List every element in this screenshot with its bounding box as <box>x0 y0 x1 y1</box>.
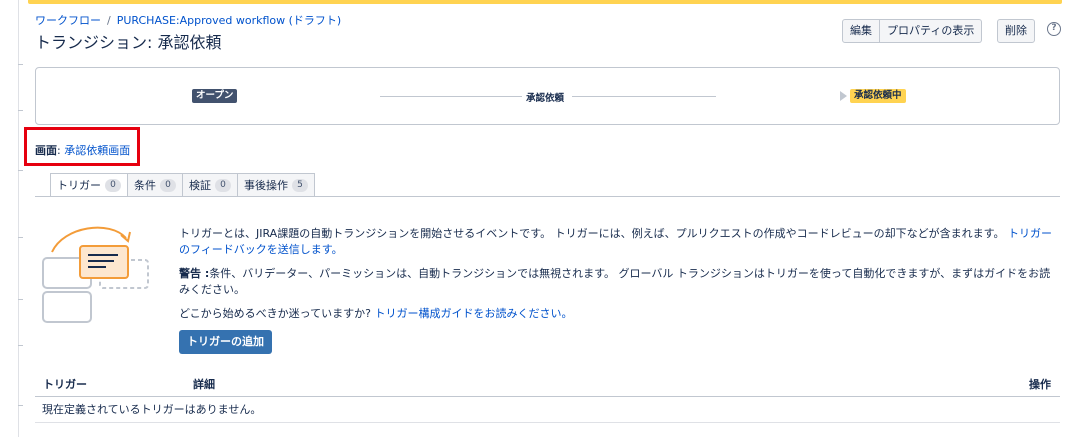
guide-question: どこから始めるべきか迷っていますか? <box>179 307 371 320</box>
tab-count-badge: 0 <box>160 178 176 192</box>
trigger-illustration-icon <box>42 226 149 323</box>
screen-info: 画面: 承認依頼画面 <box>35 142 130 158</box>
rail-tick <box>18 170 23 171</box>
tab-count-badge: 0 <box>215 178 231 192</box>
rail-tick <box>18 237 23 238</box>
tab-post-functions[interactable]: 事後操作 5 <box>238 173 315 197</box>
delete-button[interactable]: 削除 <box>997 19 1035 43</box>
column-header-operations: 操作 <box>616 372 1060 397</box>
tab-conditions[interactable]: 条件 0 <box>128 173 183 197</box>
flow-line <box>572 96 716 97</box>
warning-label: 警告 : <box>179 267 210 280</box>
rail-tick <box>18 405 23 406</box>
tab-label: トリガー <box>57 179 101 192</box>
left-rail <box>18 0 23 437</box>
triggers-table: トリガー 詳細 操作 現在定義されているトリガーはありません。 <box>35 372 1060 423</box>
tab-underline <box>35 196 1060 197</box>
tab-count-badge: 0 <box>105 178 121 192</box>
tab-validators[interactable]: 検証 0 <box>183 173 238 197</box>
tab-count-badge: 5 <box>292 178 308 192</box>
flow-line <box>380 96 522 97</box>
warning-text: 条件、バリデーター、パーミッションは、自動トランジションでは無視されます。 グロ… <box>179 267 1051 296</box>
tab-triggers[interactable]: トリガー 0 <box>50 173 128 197</box>
table-row: 現在定義されているトリガーはありません。 <box>35 396 1060 423</box>
tab-label: 検証 <box>189 179 211 192</box>
to-status-lozenge: 承認依頼中 <box>850 89 906 103</box>
trigger-description: トリガーとは、JIRA課題の自動トランジションを開始させるイベントです。 トリガ… <box>179 226 1059 258</box>
breadcrumb-workflow-link[interactable]: PURCHASE:Approved workflow (ドラフト) <box>117 14 342 27</box>
screen-label: 画面 <box>35 144 57 157</box>
screen-separator: : <box>57 144 61 157</box>
rail-tick <box>18 64 23 65</box>
edit-button[interactable]: 編集 <box>842 19 880 43</box>
trigger-guide: どこから始めるべきか迷っていますか? トリガー構成ガイドをお読みください。 <box>179 306 1059 322</box>
rail-tick <box>18 345 23 346</box>
view-properties-button[interactable]: プロパティの表示 <box>880 19 983 43</box>
rail-tick <box>18 110 23 111</box>
trigger-description-text: トリガーとは、JIRA課題の自動トランジションを開始させるイベントです。 トリガ… <box>179 227 1005 240</box>
transition-label: 承認依頼 <box>526 93 565 104</box>
trigger-guide-link[interactable]: トリガー構成ガイドをお読みください。 <box>374 307 572 320</box>
breadcrumb: ワークフロー / PURCHASE:Approved workflow (ドラフト) <box>35 12 341 28</box>
column-header-details: 詳細 <box>185 372 617 397</box>
empty-message: 現在定義されているトリガーはありません。 <box>35 396 1060 423</box>
tab-label: 条件 <box>134 179 156 192</box>
transition-diagram: オープン 承認依頼 承認依頼中 <box>35 67 1060 125</box>
page-title: トランジション: 承認依頼 <box>35 33 222 52</box>
from-status-lozenge: オープン <box>192 89 238 103</box>
add-trigger-button[interactable]: トリガーの追加 <box>179 330 272 354</box>
arrow-head-icon <box>840 91 847 101</box>
breadcrumb-workflows-link[interactable]: ワークフロー <box>35 14 101 27</box>
breadcrumb-separator: / <box>107 14 111 27</box>
rail-tick <box>18 299 23 300</box>
table-header-row: トリガー 詳細 操作 <box>35 372 1060 397</box>
trigger-warning: 警告 :条件、バリデーター、パーミッションは、自動トランジションでは無視されます… <box>179 266 1059 298</box>
tab-bar: トリガー 0 条件 0 検証 0 事後操作 5 <box>50 173 315 197</box>
column-header-trigger: トリガー <box>35 372 185 397</box>
screen-link[interactable]: 承認依頼画面 <box>64 144 130 157</box>
top-warning-bar <box>28 0 1062 4</box>
question-circle-icon[interactable]: ? <box>1047 22 1061 36</box>
action-button-group: 編集 プロパティの表示 <box>842 19 983 43</box>
tab-label: 事後操作 <box>244 179 288 192</box>
